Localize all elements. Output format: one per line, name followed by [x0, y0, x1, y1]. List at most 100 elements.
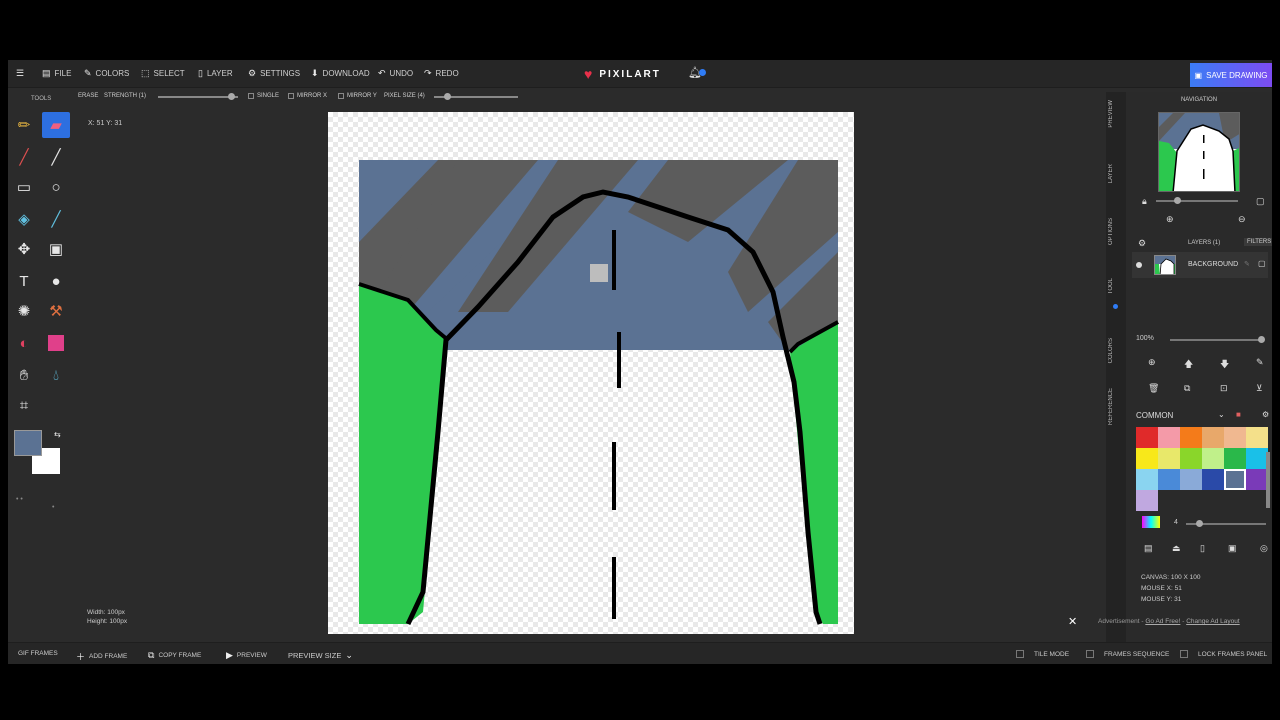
zoom-out-icon[interactable]: ⊖ — [1238, 214, 1246, 225]
go-ad-free-link[interactable]: Go Ad Free! — [1145, 618, 1180, 625]
mirror-x-checkbox[interactable] — [288, 93, 294, 99]
palette-swatch[interactable] — [1158, 469, 1180, 490]
palette-swatch[interactable] — [1180, 427, 1202, 448]
brush-size-knob[interactable] — [1196, 520, 1203, 527]
preview-button[interactable]: ▶ PREVIEW — [226, 650, 267, 661]
mirror-y-checkbox[interactable] — [338, 93, 344, 99]
strength-slider-knob[interactable] — [228, 93, 235, 100]
palette-swatch[interactable] — [1246, 427, 1268, 448]
pen-tool[interactable]: ╱ — [42, 206, 70, 232]
move-tool[interactable]: ✥ — [10, 236, 38, 262]
pencil-tool[interactable]: ✏ — [10, 112, 38, 138]
tab-options[interactable]: OPTIONS — [1108, 218, 1114, 245]
more-tools-icon[interactable]: • • — [16, 496, 23, 503]
lock-frames-panel-toggle[interactable]: LOCK FRAMES PANEL — [1180, 650, 1267, 658]
eraser-tool[interactable]: ▰ — [42, 112, 70, 138]
layer-up-icon[interactable]: 🡅︎ — [1184, 357, 1193, 373]
zoom-slider[interactable] — [1156, 200, 1238, 202]
filters-button[interactable]: FILTERS — [1244, 238, 1272, 246]
zoom-slider-knob[interactable] — [1174, 197, 1181, 204]
delete-layer-icon[interactable]: 🗑︎ — [1148, 383, 1159, 394]
tile-mode-toggle[interactable]: TILE MODE — [1016, 650, 1069, 658]
add-layer-icon[interactable]: ⊕ — [1148, 357, 1156, 368]
smudge-tool[interactable]: ⚒ — [42, 298, 70, 324]
ellipse-tool[interactable]: ○ — [42, 174, 70, 200]
palette-swatch[interactable] — [1224, 448, 1246, 469]
fill-rect-tool[interactable] — [42, 330, 70, 356]
dither-tool[interactable]: ● — [42, 268, 70, 294]
layer-row-background[interactable]: BACKGROUND ✎ ▢ — [1132, 252, 1268, 278]
colors-menu[interactable]: ✎ COLORS — [84, 68, 129, 79]
layer-settings-icon[interactable]: ⚙ — [1138, 238, 1146, 249]
palette-swatch[interactable] — [1180, 448, 1202, 469]
palette-delete-icon[interactable]: ■ — [1236, 410, 1241, 419]
palette-swatch[interactable] — [1224, 427, 1246, 448]
zoom-in-icon[interactable]: ⊕ — [1166, 214, 1174, 225]
brush-line-tool[interactable]: ╱ — [10, 144, 38, 170]
export-icon[interactable]: ▣ — [1228, 543, 1237, 554]
lock-frames-checkbox[interactable] — [1180, 650, 1188, 658]
color-picker-icon[interactable] — [1142, 516, 1160, 528]
panel-scrollbar[interactable] — [1266, 452, 1270, 508]
save-drawing-button[interactable]: ▣ SAVE DRAWING — [1190, 63, 1272, 87]
settings-menu[interactable]: ⚙ SETTINGS — [248, 68, 300, 79]
close-ad-icon[interactable]: ✕ — [1068, 615, 1077, 628]
select-rect-tool[interactable]: ▣ — [42, 236, 70, 262]
download-menu[interactable]: ⬇ DOWNLOAD — [311, 68, 370, 79]
palette-swatch[interactable] — [1202, 448, 1224, 469]
palette-swatch[interactable] — [1158, 448, 1180, 469]
gradient-tool[interactable]: ◐ — [10, 330, 38, 356]
palette-swatch[interactable] — [1224, 469, 1246, 490]
select-menu[interactable]: ⬚ SELECT — [141, 68, 185, 79]
palette-swatch[interactable] — [1136, 469, 1158, 490]
tab-preview[interactable]: PREVIEW — [1108, 100, 1114, 128]
palette-swatch[interactable] — [1246, 448, 1268, 469]
swap-colors-icon[interactable]: ⇆ — [54, 430, 61, 439]
palette-swatch[interactable] — [1136, 448, 1158, 469]
merge-layer-icon[interactable]: ⊡ — [1220, 383, 1228, 394]
palette-swatch[interactable] — [1202, 427, 1224, 448]
palette-dropdown-icon[interactable]: ⌄ — [1218, 410, 1225, 419]
primary-color-swatch[interactable] — [14, 430, 42, 456]
preview-size-dropdown[interactable]: PREVIEW SIZE ⌄ — [288, 650, 353, 661]
target-icon[interactable]: ◎ — [1260, 543, 1268, 554]
strength-slider[interactable] — [158, 96, 238, 98]
fit-icon[interactable]: ▢ — [1256, 196, 1265, 207]
tile-mode-checkbox[interactable] — [1016, 650, 1024, 658]
duplicate-layer-icon[interactable]: ⧉ — [1184, 383, 1190, 394]
palette-swatch[interactable] — [1180, 469, 1202, 490]
rename-layer-icon[interactable]: ✎ — [1256, 357, 1264, 368]
layer-edit-icon[interactable]: ✎ — [1244, 260, 1250, 268]
layer-visibility-icon[interactable] — [1136, 262, 1142, 268]
pixel-size-slider-knob[interactable] — [444, 93, 451, 100]
add-frame-button[interactable]: ＋ ADD FRAME — [76, 650, 127, 663]
hamburger-menu-button[interactable]: ☰ — [16, 68, 24, 79]
frames-sequence-checkbox[interactable] — [1086, 650, 1094, 658]
tab-colors[interactable]: COLORS — [1108, 338, 1114, 363]
text-tool[interactable]: T — [10, 268, 38, 294]
drawing-canvas[interactable] — [328, 112, 854, 634]
undo-button[interactable]: ↶ UNDO — [378, 68, 413, 79]
stamp-tool[interactable]: ✺ — [10, 298, 38, 324]
palette-swatch[interactable] — [1158, 427, 1180, 448]
file-menu[interactable]: ▤ FILE — [42, 68, 71, 79]
document-icon[interactable]: ▯ — [1200, 543, 1205, 554]
single-checkbox[interactable] — [248, 93, 254, 99]
flask-icon[interactable]: ⏏ — [1172, 543, 1181, 554]
bucket-tool[interactable]: ◈ — [10, 206, 38, 232]
palette-swatch[interactable] — [1136, 427, 1158, 448]
tab-layer[interactable]: LAYER — [1108, 164, 1114, 183]
tool-handle-icon[interactable]: • — [52, 504, 54, 511]
layer-menu[interactable]: ▯ LAYER — [198, 68, 233, 79]
frames-sequence-toggle[interactable]: FRAMES SEQUENCE — [1086, 650, 1169, 658]
copy-frame-button[interactable]: ⧉ COPY FRAME — [148, 650, 201, 661]
lock-icon[interactable]: 🔒︎ — [1142, 196, 1147, 207]
palette-swatch[interactable] — [1136, 490, 1158, 511]
eyedropper-tool[interactable]: 💧︎ — [42, 362, 70, 388]
layer-opacity-knob[interactable] — [1258, 336, 1265, 343]
layer-select-icon[interactable]: ▢ — [1258, 259, 1266, 268]
line-tool[interactable]: ╱ — [42, 144, 70, 170]
palette-settings-icon[interactable]: ⚙ — [1262, 410, 1269, 419]
palette-swatch[interactable] — [1202, 469, 1224, 490]
navigation-preview[interactable] — [1158, 112, 1240, 192]
